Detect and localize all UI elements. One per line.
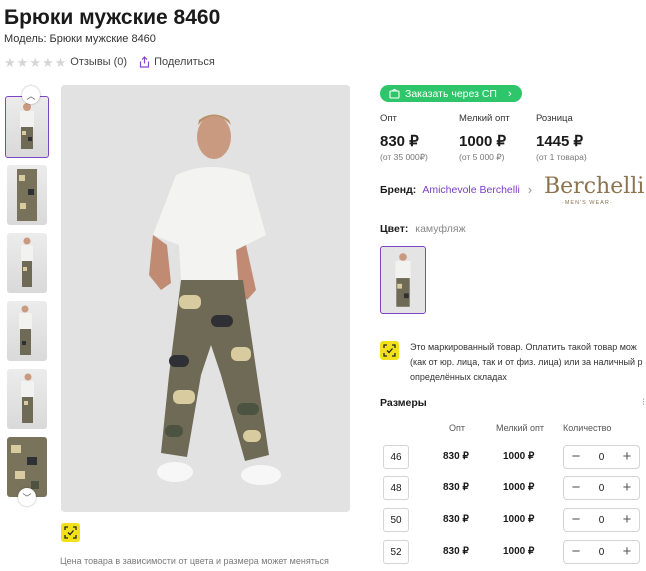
rating-stars[interactable]: ★ ★ ★ ★ ★ <box>4 56 66 69</box>
size-small-price: 1000 ₽ <box>503 514 535 525</box>
plus-icon[interactable]: + <box>615 477 639 499</box>
quantity-value[interactable]: 0 <box>588 547 615 558</box>
color-label: Цвет: <box>380 223 409 235</box>
brand-label: Бренд: <box>380 183 417 196</box>
order-via-sp-button[interactable]: Заказать через СП › <box>380 85 522 102</box>
size-row: 48 830 ₽ 1000 ₽ − 0 + <box>0 476 646 502</box>
quantity-stepper: − 0 + <box>563 540 640 564</box>
chevron-up-icon: ︿ <box>26 90 36 101</box>
size-small-price: 1000 ₽ <box>503 451 535 462</box>
size-small-price: 1000 ₽ <box>503 482 535 493</box>
minus-icon[interactable]: − <box>564 541 588 563</box>
sizes-title: Размеры <box>380 397 427 409</box>
price-col-retail: Розница 1445 ₽ (от 1 товара) <box>536 113 587 162</box>
brand-logo[interactable]: Berchelli <box>544 174 644 199</box>
price-value: 1000 ₽ <box>459 133 507 150</box>
price-label: Мелкий опт <box>459 113 510 124</box>
share-button[interactable]: Поделиться <box>139 56 215 68</box>
minus-icon[interactable]: − <box>564 509 588 531</box>
size-opt-price: 830 ₽ <box>443 514 469 525</box>
plus-icon[interactable]: + <box>615 541 639 563</box>
size-opt-price: 830 ₽ <box>443 482 469 493</box>
size-row: 52 830 ₽ 1000 ₽ − 0 + <box>0 540 646 566</box>
brand-row: Бренд: Amichevole Berchelli › <box>380 182 532 197</box>
color-row: Цвет: камуфляж <box>380 223 466 235</box>
thumbnail-2[interactable] <box>7 165 47 225</box>
size-label: 48 <box>383 476 409 500</box>
price-label: Опт <box>380 113 397 124</box>
quantity-stepper: − 0 + <box>563 476 640 500</box>
price-condition: (от 5 000 ₽) <box>459 152 505 162</box>
size-row: 50 830 ₽ 1000 ₽ − 0 + <box>0 508 646 534</box>
brand-link[interactable]: Amichevole Berchelli <box>422 184 519 196</box>
price-label: Розница <box>536 113 573 124</box>
plus-icon[interactable]: + <box>615 446 639 468</box>
price-value: 1445 ₽ <box>536 133 584 150</box>
color-value: камуфляж <box>415 223 466 235</box>
sizes-more-indicator: ⁝ <box>642 397 646 408</box>
star-icon: ★ <box>41 54 54 70</box>
minus-icon[interactable]: − <box>564 446 588 468</box>
notice-line: (как от юр. лица, так и от физ. лица) ил… <box>410 357 643 367</box>
model-value: Брюки мужские 8460 <box>49 33 156 45</box>
star-icon: ★ <box>4 54 16 70</box>
marking-icon <box>380 341 399 360</box>
chevron-right-icon: › <box>507 87 512 100</box>
share-icon <box>139 56 150 68</box>
price-col-wholesale: Опт 830 ₽ (от 35 000₽) <box>380 113 428 163</box>
sizes-header-opt: Опт <box>449 423 465 433</box>
star-icon: ★ <box>16 54 29 70</box>
price-col-small-wholesale: Мелкий опт 1000 ₽ (от 5 000 ₽) <box>459 113 510 163</box>
thumbnail-3[interactable] <box>7 233 47 293</box>
order-button-label: Заказать через СП <box>405 87 497 100</box>
quantity-stepper: − 0 + <box>563 508 640 532</box>
product-title: Брюки мужские 8460 <box>4 6 221 29</box>
price-condition: (от 35 000₽) <box>380 152 428 162</box>
color-swatch-camouflage[interactable] <box>380 246 426 314</box>
sizes-header-qty: Количество <box>563 423 612 433</box>
model-line: Модель: Брюки мужские 8460 <box>4 33 156 45</box>
thumbnail-4[interactable] <box>7 301 47 361</box>
brand-logo-subtitle: ·MEN'S WEAR· <box>562 200 613 206</box>
quantity-value[interactable]: 0 <box>588 483 615 494</box>
size-small-price: 1000 ₽ <box>503 546 535 557</box>
notice-line: Это маркированный товар. Оплатить такой … <box>410 342 637 352</box>
thumbnail-up-button[interactable]: ︿ <box>22 86 40 104</box>
size-opt-price: 830 ₽ <box>443 546 469 557</box>
datamatrix-icon <box>383 344 396 357</box>
size-label: 52 <box>383 540 409 564</box>
price-condition: (от 1 товара) <box>536 152 587 162</box>
thumbnail-5[interactable] <box>7 369 47 429</box>
chevron-right-icon: › <box>527 182 533 197</box>
star-icon: ★ <box>54 54 67 70</box>
plus-icon[interactable]: + <box>615 509 639 531</box>
star-icon: ★ <box>29 54 41 70</box>
price-value: 830 ₽ <box>380 133 419 150</box>
rating-row: ★ ★ ★ ★ ★ Отзывы (0) Поделиться <box>4 55 215 69</box>
thumbnail-1[interactable] <box>5 96 49 158</box>
reviews-link[interactable]: Отзывы (0) <box>70 56 127 68</box>
quantity-value[interactable]: 0 <box>588 452 615 463</box>
quantity-value[interactable]: 0 <box>588 515 615 526</box>
share-label: Поделиться <box>154 56 215 68</box>
size-label: 50 <box>383 508 409 532</box>
notice-line: определённых складах <box>410 372 507 382</box>
sizes-header-small: Мелкий опт <box>496 423 545 433</box>
minus-icon[interactable]: − <box>564 477 588 499</box>
quantity-stepper: − 0 + <box>563 445 640 469</box>
size-label: 46 <box>383 445 409 469</box>
size-opt-price: 830 ₽ <box>443 451 469 462</box>
marked-product-notice: Это маркированный товар. Оплатить такой … <box>410 340 646 385</box>
model-label: Модель: <box>4 33 47 45</box>
size-row: 46 830 ₽ 1000 ₽ − 0 + <box>0 445 646 471</box>
cart-icon <box>389 88 400 99</box>
